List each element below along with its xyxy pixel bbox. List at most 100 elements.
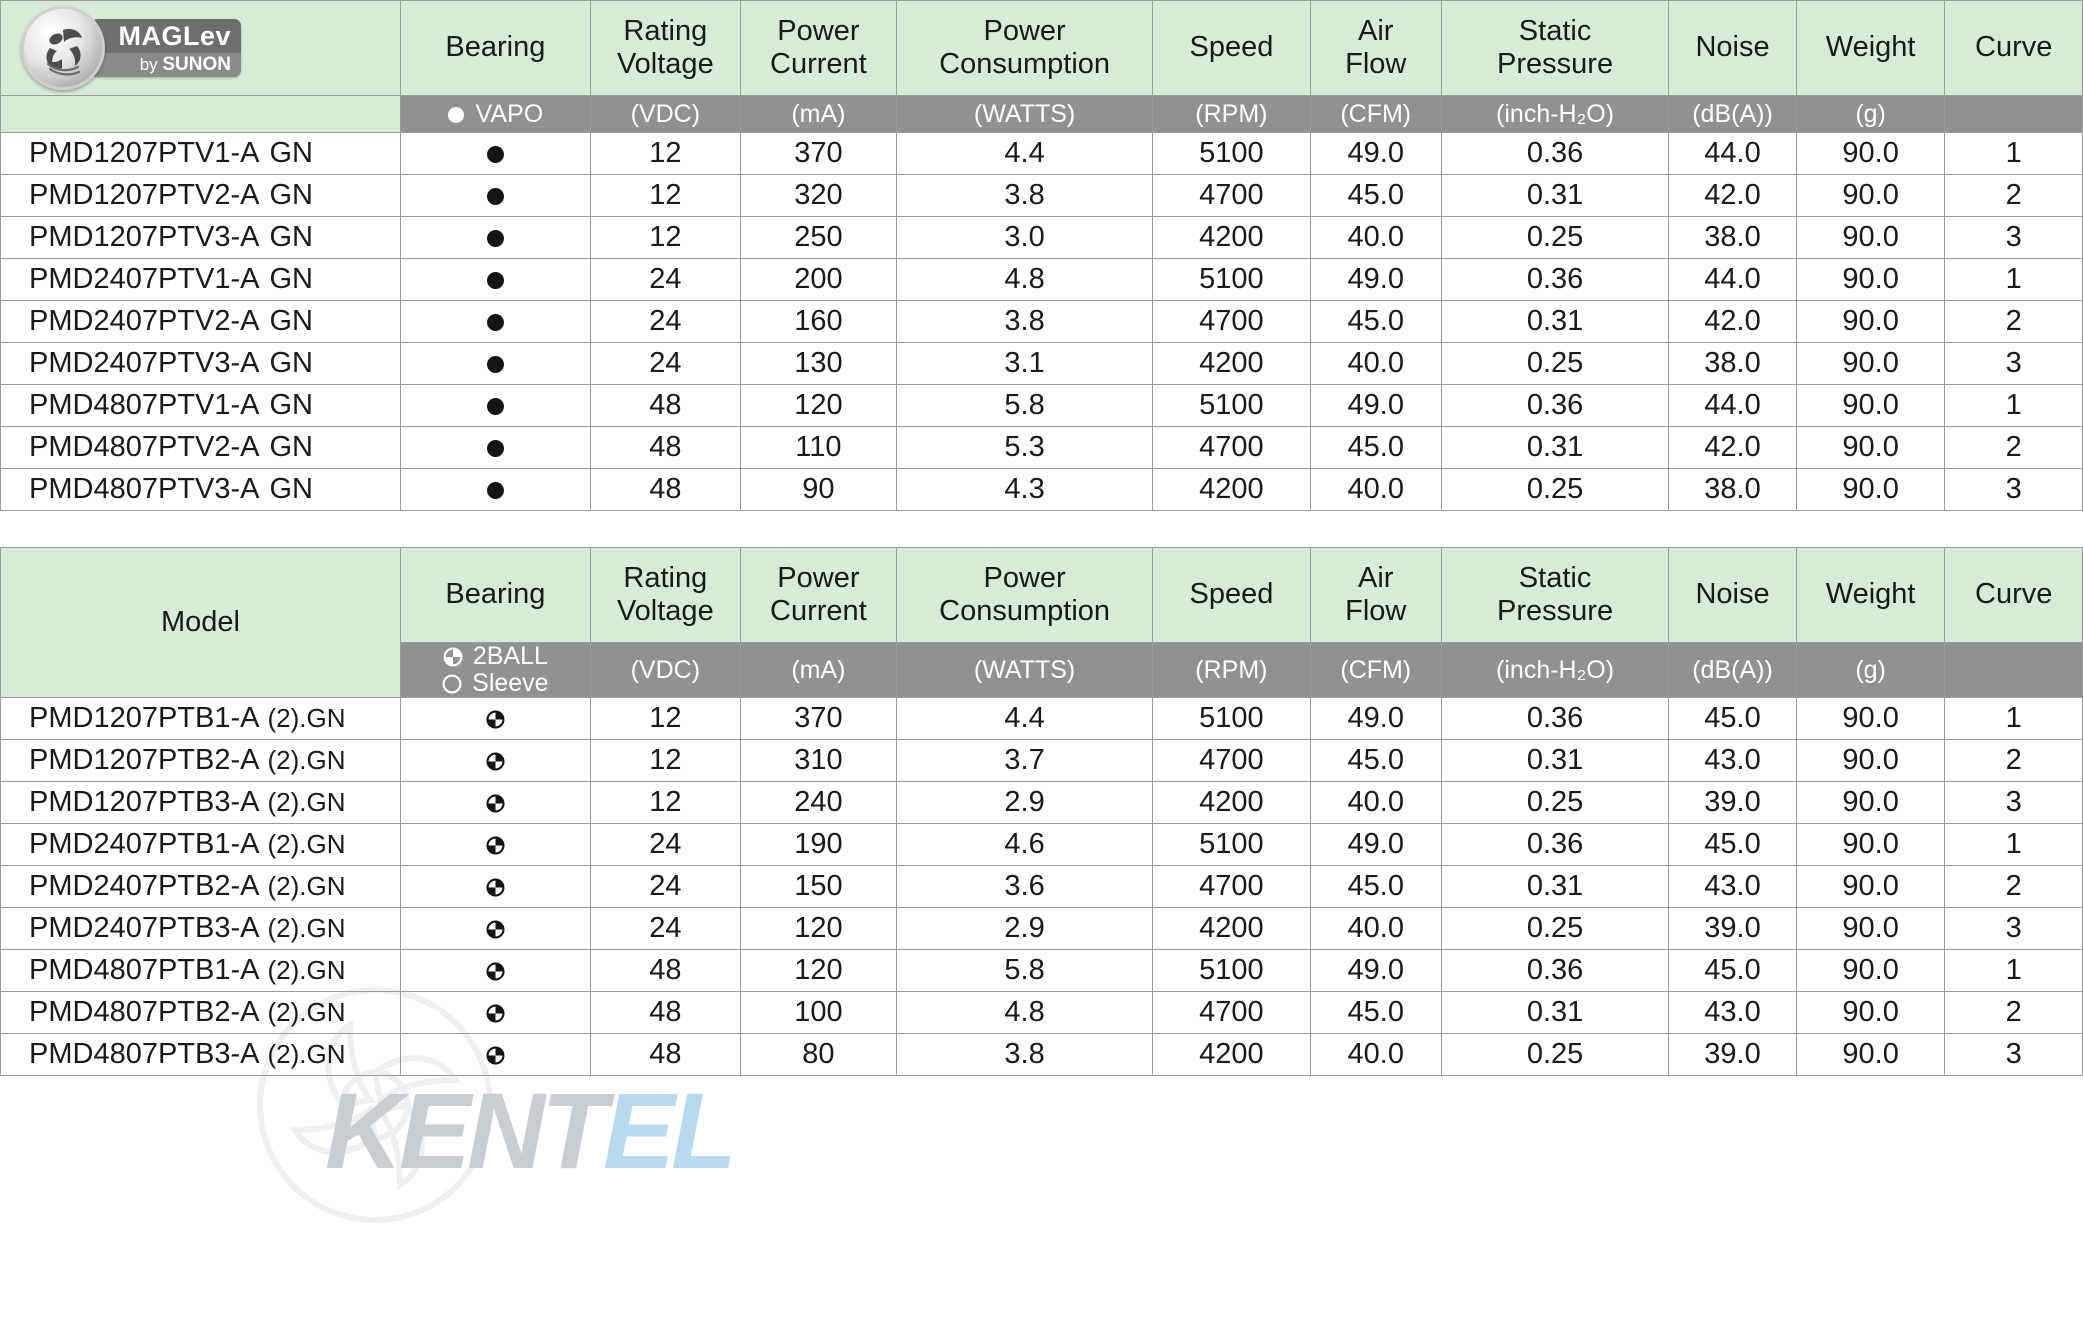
table-row: PMD2407PTB3-A (2).GN 24 120 2.9 4200 40.0 0.25 3…	[0, 907, 2083, 950]
cell-noise: 39.0	[1668, 907, 1797, 950]
cell-air-flow: 49.0	[1309, 258, 1442, 301]
cell-power-consumption: 3.8	[895, 174, 1154, 217]
logo-byline-prefix: by	[139, 55, 163, 74]
cell-static-pressure: 0.25	[1440, 1033, 1670, 1076]
model-name: PMD4807PTV3-A	[29, 473, 260, 505]
cell-model: PMD4807PTB3-A (2).GN	[0, 1033, 401, 1076]
cell-curve: 2	[1944, 739, 2083, 782]
cell-power-current: 100	[739, 991, 898, 1034]
cell-curve: 2	[1944, 991, 2083, 1034]
cell-power-current: 80	[739, 1033, 898, 1076]
cell-static-pressure: 0.25	[1440, 907, 1670, 950]
cell-power-current: 310	[739, 739, 898, 782]
logo-byline-brand: SUNON	[162, 54, 231, 75]
column-header-rating-voltage-2: Rating Voltage	[589, 547, 741, 643]
cell-bearing	[399, 216, 591, 259]
column-header-power-consumption: Power Consumption	[895, 0, 1154, 96]
cell-air-flow: 45.0	[1309, 300, 1442, 343]
cell-power-current: 90	[739, 468, 898, 511]
cell-model: PMD1207PTB2-A (2).GN	[0, 739, 401, 782]
unit-curve	[1944, 95, 2083, 133]
cell-model: PMD4807PTB2-A (2).GN	[0, 991, 401, 1034]
cell-power-current: 130	[739, 342, 898, 385]
power-consumption-2-line2: Consumption	[939, 595, 1111, 627]
cell-static-pressure: 0.31	[1440, 300, 1670, 343]
vapo-dot-icon	[447, 106, 464, 123]
air-flow-2-line2: Flow	[1345, 595, 1407, 627]
cell-weight: 90.0	[1795, 1033, 1946, 1076]
twoball-bearing-icon	[486, 836, 505, 855]
table-row: PMD1207PTV3-A GN 12 250 3.0 4200 40.0 0.25 38.0 9…	[0, 216, 2083, 259]
cell-bearing	[399, 865, 591, 908]
model-name: PMD1207PTV1-A	[29, 137, 260, 169]
model-suffix: (2).GN	[267, 913, 346, 943]
cell-static-pressure: 0.31	[1440, 865, 1670, 908]
table-row: PMD2407PTB1-A (2).GN 24 190 4.6 5100 49.0 0.36 4…	[0, 823, 2083, 866]
cell-power-consumption: 4.4	[895, 132, 1154, 175]
cell-rating-voltage: 24	[589, 300, 741, 343]
model-suffix: (2).GN	[267, 745, 346, 775]
vapo-bearing-icon	[486, 145, 504, 163]
cell-bearing	[399, 781, 591, 824]
cell-curve: 2	[1944, 865, 2083, 908]
model-name: PMD1207PTV3-A	[29, 221, 260, 253]
unit-noise-2: (dB(A))	[1668, 642, 1797, 698]
cell-power-current: 190	[739, 823, 898, 866]
cell-air-flow: 45.0	[1309, 426, 1442, 469]
model-suffix: GN	[269, 305, 314, 337]
cell-power-consumption: 3.6	[895, 865, 1154, 908]
cell-weight: 90.0	[1795, 258, 1946, 301]
cell-power-consumption: 3.8	[895, 1033, 1154, 1076]
table-row: PMD1207PTV2-A GN 12 320 3.8 4700 45.0 0.31 42.0 9…	[0, 174, 2083, 217]
cell-noise: 45.0	[1668, 823, 1797, 866]
cell-static-pressure: 0.31	[1440, 174, 1670, 217]
model-suffix: (2).GN	[267, 955, 346, 985]
cell-curve: 1	[1944, 384, 2083, 427]
table-row: PMD4807PTV3-A GN 48 90 4.3 4200 40.0 0.25 38.0 90…	[0, 468, 2083, 511]
cell-power-consumption: 4.3	[895, 468, 1154, 511]
watermark-text: KENTEL	[325, 1068, 737, 1193]
cell-curve: 2	[1944, 426, 2083, 469]
unit-static-pressure-2: (inch-H₂O)	[1440, 642, 1670, 698]
cell-noise: 43.0	[1668, 865, 1797, 908]
table-row: PMD1207PTB1-A (2).GN 12 370 4.4 5100 49.0 0.36 4…	[0, 697, 2083, 740]
cell-rating-voltage: 12	[589, 216, 741, 259]
cell-air-flow: 40.0	[1309, 1033, 1442, 1076]
cell-weight: 90.0	[1795, 697, 1946, 740]
cell-curve: 1	[1944, 949, 2083, 992]
cell-curve: 3	[1944, 907, 2083, 950]
watermark-text-part1: KENT	[325, 1070, 607, 1191]
maglev-fan-logo-icon	[21, 6, 105, 90]
cell-air-flow: 45.0	[1309, 991, 1442, 1034]
cell-air-flow: 49.0	[1309, 949, 1442, 992]
cell-bearing	[399, 468, 591, 511]
legend-2ball: 2BALL	[401, 643, 590, 670]
unit-air-flow: (CFM)	[1309, 95, 1442, 133]
table-row: PMD4807PTB3-A (2).GN 48 80 3.8 4200 40.0 0.25 39…	[0, 1033, 2083, 1076]
vapo-bearing-icon	[486, 229, 504, 247]
fan-swirl-icon	[46, 28, 82, 76]
power-consumption-line1: Power	[983, 14, 1066, 47]
column-header-speed: Speed	[1152, 0, 1311, 96]
power-consumption-2-line1: Power	[983, 561, 1066, 594]
cell-rating-voltage: 24	[589, 258, 741, 301]
cell-bearing	[399, 342, 591, 385]
cell-model: PMD4807PTV2-A GN	[0, 426, 401, 469]
cell-noise: 43.0	[1668, 739, 1797, 782]
rating-voltage-line2: Voltage	[616, 48, 714, 80]
table-row: PMD1207PTB2-A (2).GN 12 310 3.7 4700 45.0 0.31 4…	[0, 739, 2083, 782]
cell-speed: 5100	[1152, 384, 1311, 427]
cell-power-current: 150	[739, 865, 898, 908]
table-row: PMD1207PTB3-A (2).GN 12 240 2.9 4200 40.0 0.25 3…	[0, 781, 2083, 824]
cell-rating-voltage: 24	[589, 823, 741, 866]
cell-curve: 3	[1944, 1033, 2083, 1076]
cell-air-flow: 45.0	[1309, 865, 1442, 908]
cell-weight: 90.0	[1795, 300, 1946, 343]
cell-bearing	[399, 991, 591, 1034]
cell-speed: 4200	[1152, 907, 1311, 950]
cell-static-pressure: 0.36	[1440, 949, 1670, 992]
cell-power-consumption: 2.9	[895, 781, 1154, 824]
cell-air-flow: 40.0	[1309, 216, 1442, 259]
cell-rating-voltage: 48	[589, 949, 741, 992]
vapo-bearing-icon	[486, 439, 504, 457]
